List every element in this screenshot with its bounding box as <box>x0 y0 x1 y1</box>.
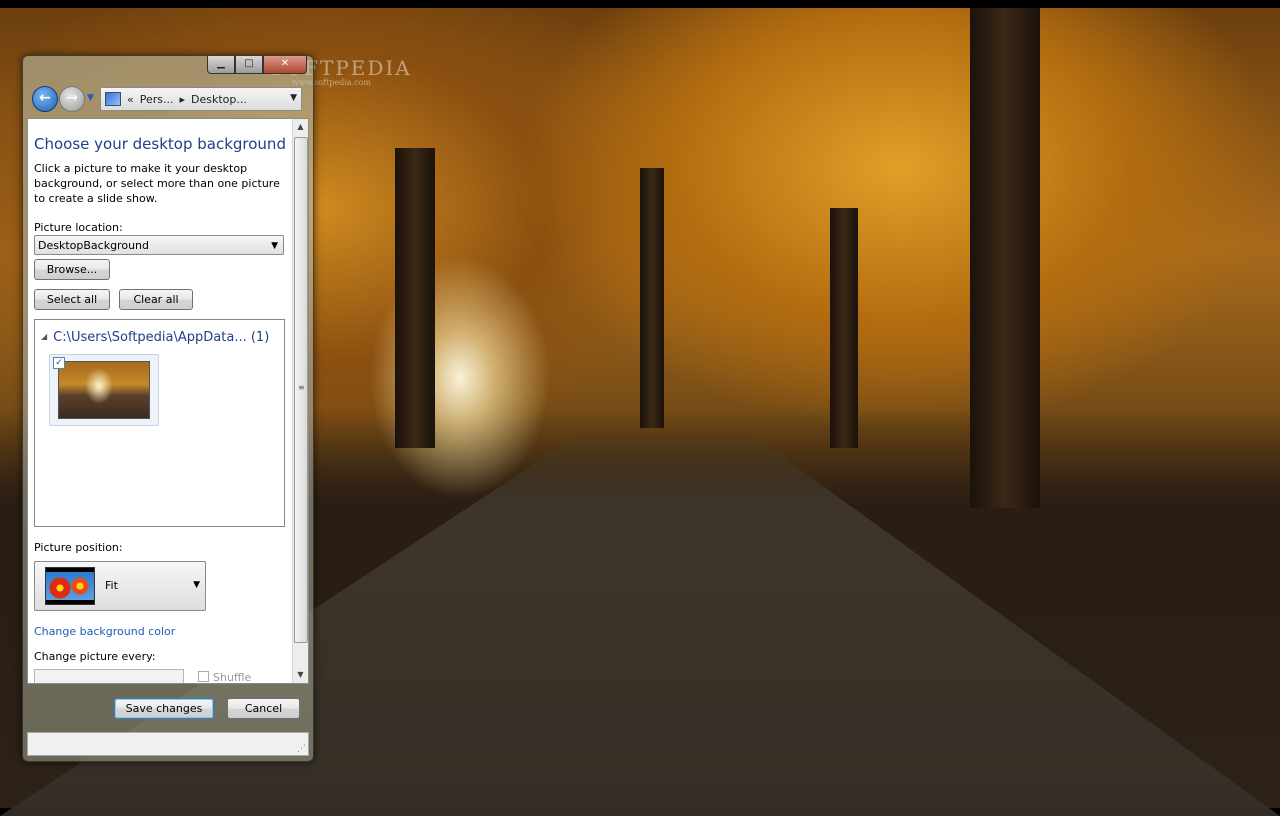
thumbnail-checkbox[interactable]: ✓ <box>53 357 65 369</box>
browse-button[interactable]: Browse... <box>34 259 110 280</box>
content-pane: Choose your desktop background Click a p… <box>27 118 309 684</box>
autumn-road-thumbnail-image <box>58 361 150 419</box>
picture-location-dropdown[interactable]: DesktopBackground ▼ <box>34 235 284 255</box>
collapse-triangle-icon[interactable]: ◢ <box>41 332 47 341</box>
picture-position-label: Picture position: <box>34 541 123 554</box>
page-description: Click a picture to make it your desktop … <box>34 162 280 205</box>
picture-thumbnail[interactable]: ✓ <box>49 354 159 426</box>
address-dropdown-chevron-down-icon[interactable]: ▼ <box>290 93 297 103</box>
picture-group-header[interactable]: ◢ C:\Users\Softpedia\AppData... (1) <box>41 330 269 345</box>
personalization-window[interactable]: ▁ □ ✕ ← → ▼ « Pers... ▸ Desktop... ▼ Cho… <box>22 55 314 762</box>
address-prefix[interactable]: « <box>127 93 134 106</box>
save-changes-button[interactable]: Save changes <box>114 698 214 719</box>
status-bar: ⋰ <box>27 732 309 756</box>
picture-list[interactable]: ◢ C:\Users\Softpedia\AppData... (1) ✓ <box>34 319 285 527</box>
scroll-up-arrow-icon[interactable]: ▲ <box>293 119 308 135</box>
picture-location-label: Picture location: <box>34 221 123 234</box>
picture-position-value: Fit <box>105 579 118 592</box>
picture-group-path: C:\Users\Softpedia\AppData... (1) <box>53 330 270 345</box>
breadcrumb-separator[interactable]: ▸ <box>180 93 186 106</box>
chevron-down-icon: ▼ <box>271 241 278 251</box>
navigation-bar: ← → ▼ « Pers... ▸ Desktop... ▼ <box>31 85 306 112</box>
picture-position-preview-icon <box>45 567 95 605</box>
cancel-button[interactable]: Cancel <box>227 698 300 719</box>
shuffle-check-box[interactable] <box>198 671 209 682</box>
select-all-button[interactable]: Select all <box>34 289 110 310</box>
scroll-thumb[interactable]: ≡ <box>294 137 308 643</box>
control-panel-icon <box>105 92 121 106</box>
breadcrumb-desktop-background[interactable]: Desktop... <box>191 93 247 106</box>
back-arrow-icon[interactable]: ← <box>32 86 58 112</box>
wallpaper-tree-trunk <box>830 208 858 448</box>
shuffle-label: Shuffle <box>213 671 252 684</box>
recent-pages-chevron-down-icon[interactable]: ▼ <box>87 93 94 103</box>
wallpaper-tree-trunk <box>640 168 664 428</box>
scroll-down-arrow-icon[interactable]: ▼ <box>293 667 308 683</box>
resize-grip-icon[interactable]: ⋰ <box>297 744 306 754</box>
interval-dropdown[interactable] <box>34 669 184 683</box>
wallpaper-tree-trunk <box>970 8 1040 508</box>
minimize-button[interactable]: ▁ <box>207 56 235 74</box>
picture-position-dropdown[interactable]: Fit ▼ <box>34 561 206 611</box>
picture-location-value: DesktopBackground <box>38 239 149 252</box>
close-button[interactable]: ✕ <box>263 56 307 74</box>
scroll-grip-icon: ≡ <box>298 383 305 392</box>
change-picture-every-label: Change picture every: <box>34 650 156 663</box>
page-title: Choose your desktop background <box>34 135 286 153</box>
forward-arrow-icon[interactable]: → <box>59 86 85 112</box>
shuffle-checkbox[interactable]: Shuffle <box>198 671 252 684</box>
vertical-scrollbar[interactable]: ▲ ≡ ▼ <box>292 119 308 683</box>
breadcrumb-personalization[interactable]: Pers... <box>140 93 174 106</box>
maximize-button[interactable]: □ <box>235 56 263 74</box>
chevron-down-icon: ▼ <box>193 580 200 590</box>
address-bar[interactable]: « Pers... ▸ Desktop... ▼ <box>100 87 302 111</box>
caption-buttons: ▁ □ ✕ <box>207 56 307 74</box>
wallpaper-tree-trunk <box>395 148 435 448</box>
clear-all-button[interactable]: Clear all <box>119 289 193 310</box>
change-background-color-link[interactable]: Change background color <box>34 625 175 638</box>
